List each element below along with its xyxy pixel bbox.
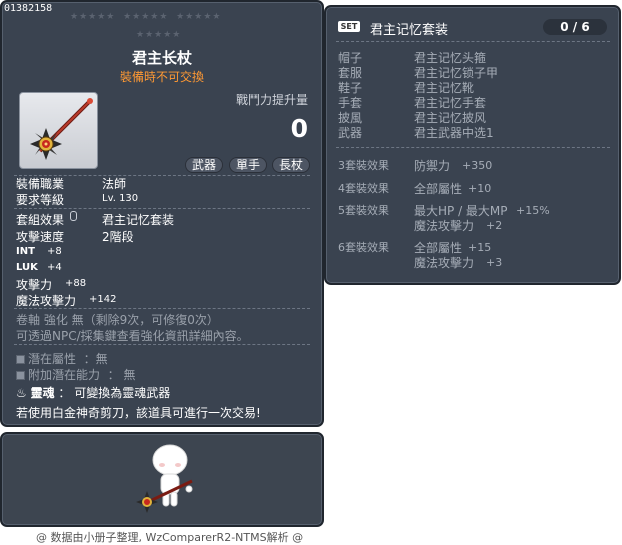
req-level-value: Lv. 130	[102, 193, 139, 204]
set-effect-value: +15%	[516, 204, 550, 217]
additional-potential-label: 附加潛在能力	[28, 368, 101, 382]
trade-restriction-note: 裝備時不可交換	[119, 70, 204, 84]
set-effect-stat: 魔法攻擊力	[414, 219, 475, 233]
stat-value: +142	[89, 294, 117, 305]
stat-label: 攻擊力	[16, 278, 53, 292]
additional-potential-icon	[16, 371, 25, 380]
set-piece-count: 0 / 6	[543, 19, 607, 35]
set-effect-tier-label: 3套裝效果	[338, 159, 389, 172]
set-effect-value: +15	[468, 241, 492, 254]
set-effect-value: +350	[462, 159, 493, 172]
divider	[336, 41, 610, 42]
set-effect-tier-label: 6套裝效果	[338, 241, 389, 254]
job-value: 法師	[102, 177, 127, 191]
set-badge: SET	[338, 21, 360, 32]
tag-staff: 長杖	[272, 157, 311, 173]
attack-increase-value: 0	[290, 114, 308, 143]
set-effect-value: +2	[486, 219, 503, 232]
additional-potential-value: 無	[123, 368, 136, 382]
scroll-enhance-hint: 可透過NPC/採集鍵查看強化資訊詳細內容。	[16, 329, 249, 343]
stat-value: +88	[65, 278, 87, 289]
req-level-label: 要求等級	[16, 193, 65, 207]
data-source-footer: @ 数据由小册子整理, WzComparerR2-NTMS解析 @	[36, 531, 304, 544]
item-icon-frame	[19, 92, 98, 169]
divider	[336, 147, 610, 148]
soul-row: ♨ 靈魂 ： 可變換為靈魂武器	[16, 386, 171, 400]
potential-row: 潛在屬性 ：無	[16, 350, 108, 367]
scroll-enhance-info: 卷軸 強化 無（剩除9次，可修復0次）	[16, 313, 219, 327]
set-effect-label: 套組效果	[16, 213, 65, 227]
potential-value: 無	[95, 352, 108, 366]
potential-label: 潛在屬性	[28, 352, 77, 366]
job-label: 裝備職業	[16, 177, 65, 191]
soul-label: 靈魂	[30, 386, 55, 400]
star-rating-row-1: ★★★★★ ★★★★★ ★★★★★	[70, 12, 222, 22]
set-effect-tier-label: 5套裝效果	[338, 204, 389, 217]
divider	[14, 344, 310, 345]
stat-value: +8	[47, 246, 62, 257]
item-name: 君主长杖	[131, 49, 192, 67]
character-preview-panel	[0, 432, 324, 527]
potential-icon	[16, 355, 25, 364]
divider	[14, 308, 310, 309]
stat-label: 魔法攻擊力	[16, 294, 77, 308]
item-tooltip-panel: 01382158 ★★★★★ ★★★★★ ★★★★★ ★★★★★ 君主长杖 裝備…	[0, 0, 324, 427]
set-effect-stat: 魔法攻擊力	[414, 256, 475, 270]
flame-icon: ♨	[16, 386, 27, 400]
soul-value: 可變換為靈魂武器	[74, 386, 171, 400]
set-effect-tier-label: 4套裝效果	[338, 182, 389, 195]
set-piece-name: 君主武器中选1	[414, 126, 494, 140]
stat-value: +4	[47, 262, 62, 273]
divider	[14, 208, 310, 209]
character-preview	[136, 444, 193, 513]
set-info-panel: SET 君主记忆套装 0 / 6 帽子 君主记忆头箍 套服 君主记忆锁子甲 鞋子…	[324, 5, 621, 285]
tag-weapon: 武器	[185, 157, 224, 173]
set-effect-stat: 防禦力	[414, 159, 451, 173]
attack-speed-value: 2階段	[102, 230, 134, 244]
set-slot: 武器	[338, 126, 363, 140]
lock-icon	[70, 211, 77, 221]
platinum-scissors-note: 若使用白金神奇剪刀，該道具可進行一次交易!	[16, 406, 261, 420]
stat-label: INT	[16, 246, 35, 257]
set-effect-value: 君主记忆套装	[102, 213, 175, 227]
attack-increase-label: 戰鬥力提升量	[235, 93, 308, 107]
additional-potential-row: 附加潛在能力 ： 無	[16, 366, 135, 383]
attack-speed-label: 攻擊速度	[16, 230, 65, 244]
stat-label: LUK	[16, 262, 38, 273]
star-rating-row-2: ★★★★★	[136, 30, 182, 40]
set-effect-value: +3	[486, 256, 503, 269]
tag-one-handed: 單手	[229, 157, 268, 173]
set-effect-stat: 全部屬性	[414, 182, 463, 196]
staff-icon	[30, 98, 93, 160]
set-effect-value: +10	[468, 182, 492, 195]
item-id: 01382158	[4, 3, 53, 14]
set-title: 君主记忆套装	[370, 23, 449, 38]
